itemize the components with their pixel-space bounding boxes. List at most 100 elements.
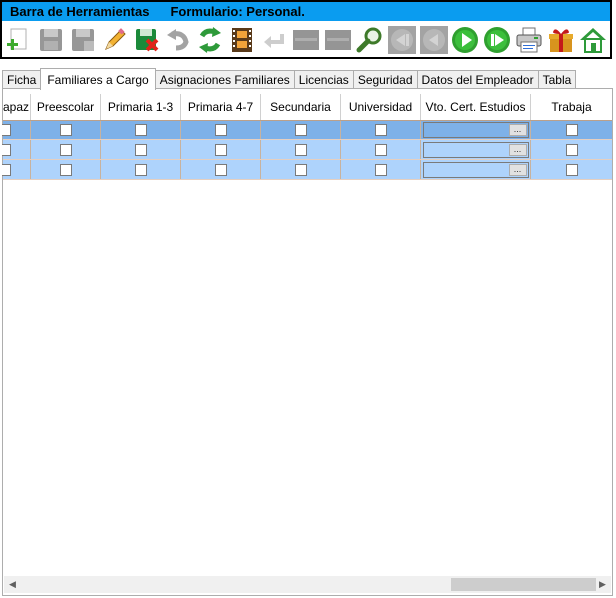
refresh-icon[interactable] — [195, 25, 225, 55]
trabaja-checkbox[interactable] — [565, 124, 578, 136]
primaria-4-7-checkbox[interactable] — [214, 143, 227, 156]
column-header-secundaria[interactable]: Secundaria — [261, 94, 341, 120]
cell-secundaria — [261, 160, 341, 179]
secundaria-checkbox[interactable] — [294, 143, 307, 156]
secundaria-checkbox[interactable] — [294, 163, 307, 176]
toolbar: Barra de Herramientas Formulario: Person… — [0, 0, 612, 59]
trabaja-checkbox[interactable] — [565, 143, 578, 156]
cell-vto-cert-estudios: ... — [421, 160, 531, 179]
cell-secundaria — [261, 121, 341, 139]
primaria-4-7-checkbox[interactable] — [214, 163, 227, 176]
table-row[interactable]: ... — [2, 160, 612, 180]
cell-primaria-1-3 — [101, 121, 181, 139]
scrollbar-thumb[interactable] — [451, 578, 596, 591]
delete-row-icon[interactable] — [323, 25, 353, 55]
column-header-preescolar[interactable]: Preescolar — [31, 94, 101, 120]
undo-icon[interactable] — [163, 25, 193, 55]
previous-record-icon[interactable] — [419, 25, 449, 55]
cell-primaria-4-7 — [181, 121, 261, 139]
primaria-1-3-checkbox[interactable] — [134, 124, 147, 136]
last-record-icon[interactable] — [482, 25, 512, 55]
horizontal-scrollbar[interactable]: ◀ ▶ — [4, 576, 611, 593]
secundaria-checkbox[interactable] — [294, 124, 307, 136]
tab-tabla[interactable]: Tabla — [537, 70, 577, 89]
grid-body: ... ... ... — [2, 120, 612, 180]
preescolar-checkbox[interactable] — [59, 163, 72, 176]
cell-secundaria — [261, 140, 341, 159]
column-header-primaria-1-3[interactable]: Primaria 1-3 — [101, 94, 181, 120]
vto-cert-date-field[interactable]: ... — [422, 122, 529, 138]
cell-preescolar — [31, 140, 101, 159]
gift-icon[interactable] — [546, 25, 576, 55]
search-icon[interactable] — [355, 25, 385, 55]
next-record-icon[interactable] — [450, 25, 480, 55]
apaz-checkbox[interactable] — [2, 143, 11, 156]
film-strip-icon[interactable] — [227, 25, 257, 55]
primaria-4-7-checkbox[interactable] — [214, 124, 227, 136]
universidad-checkbox[interactable] — [374, 163, 387, 176]
table-row[interactable]: ... — [2, 120, 612, 140]
cell-primaria-4-7 — [181, 160, 261, 179]
toolbar-title-bar: Barra de Herramientas Formulario: Person… — [2, 2, 610, 21]
date-picker-button[interactable]: ... — [508, 143, 527, 156]
preescolar-checkbox[interactable] — [59, 143, 72, 156]
cell-universidad — [341, 160, 421, 179]
cell-vto-cert-estudios: ... — [421, 121, 531, 139]
tab-datos-del-empleador[interactable]: Datos del Empleador — [416, 70, 539, 89]
primaria-1-3-checkbox[interactable] — [134, 163, 147, 176]
column-header-universidad[interactable]: Universidad — [341, 94, 421, 120]
cell-preescolar — [31, 121, 101, 139]
delete-save-icon[interactable] — [132, 25, 162, 55]
universidad-checkbox[interactable] — [374, 143, 387, 156]
cell-trabaja — [531, 160, 612, 179]
preescolar-checkbox[interactable] — [59, 124, 72, 136]
column-header-trabaja[interactable]: Trabaja — [531, 94, 612, 120]
save-as-icon[interactable] — [68, 25, 98, 55]
scroll-left-icon[interactable]: ◀ — [4, 576, 21, 593]
table-row[interactable]: ... — [2, 140, 612, 160]
cell-preescolar — [31, 160, 101, 179]
grid-header: apaz Preescolar Primaria 1-3 Primaria 4-… — [3, 94, 612, 120]
column-header-vto-cert-estudios[interactable]: Vto. Cert. Estudios — [421, 94, 531, 120]
apaz-checkbox[interactable] — [2, 124, 11, 136]
save-icon[interactable] — [36, 25, 66, 55]
apaz-checkbox[interactable] — [2, 163, 11, 176]
cell-universidad — [341, 140, 421, 159]
trabaja-checkbox[interactable] — [565, 163, 578, 176]
date-picker-button[interactable]: ... — [508, 163, 527, 176]
insert-row-icon[interactable] — [291, 25, 321, 55]
cell-apaz — [2, 140, 31, 159]
personal-form-window: Barra de Herramientas Formulario: Person… — [0, 0, 616, 598]
scroll-right-icon[interactable]: ▶ — [594, 576, 611, 593]
column-header-primaria-4-7[interactable]: Primaria 4-7 — [181, 94, 261, 120]
home-icon[interactable] — [578, 25, 608, 55]
toolbar-title: Barra de Herramientas — [10, 4, 150, 19]
first-record-icon[interactable] — [387, 25, 417, 55]
cell-apaz — [2, 121, 31, 139]
tab-asignaciones-familiares[interactable]: Asignaciones Familiares — [154, 70, 295, 89]
form-label: Formulario: Personal. — [170, 4, 305, 19]
cell-primaria-1-3 — [101, 160, 181, 179]
vto-cert-date-field[interactable]: ... — [422, 161, 529, 178]
cell-primaria-4-7 — [181, 140, 261, 159]
cell-universidad — [341, 121, 421, 139]
tab-ficha[interactable]: Ficha — [2, 70, 42, 89]
tab-familiares-a-cargo[interactable]: Familiares a Cargo — [40, 68, 156, 90]
toolbar-icons — [2, 23, 610, 57]
vto-cert-date-field[interactable]: ... — [422, 141, 529, 158]
cell-vto-cert-estudios: ... — [421, 140, 531, 159]
date-picker-button[interactable]: ... — [508, 124, 527, 136]
tab-strip: Ficha Familiares a Cargo Asignaciones Fa… — [2, 68, 577, 90]
column-header-apaz[interactable]: apaz — [3, 94, 31, 120]
edit-pencil-icon[interactable] — [100, 25, 130, 55]
tab-panel: apaz Preescolar Primaria 1-3 Primaria 4-… — [2, 88, 613, 596]
universidad-checkbox[interactable] — [374, 124, 387, 136]
cell-primaria-1-3 — [101, 140, 181, 159]
new-record-icon[interactable] — [4, 25, 34, 55]
family-grid: apaz Preescolar Primaria 1-3 Primaria 4-… — [2, 94, 612, 180]
tab-licencias[interactable]: Licencias — [293, 70, 354, 89]
primaria-1-3-checkbox[interactable] — [134, 143, 147, 156]
tab-seguridad[interactable]: Seguridad — [352, 70, 418, 89]
return-arrow-icon[interactable] — [259, 25, 289, 55]
printer-icon[interactable] — [514, 25, 544, 55]
